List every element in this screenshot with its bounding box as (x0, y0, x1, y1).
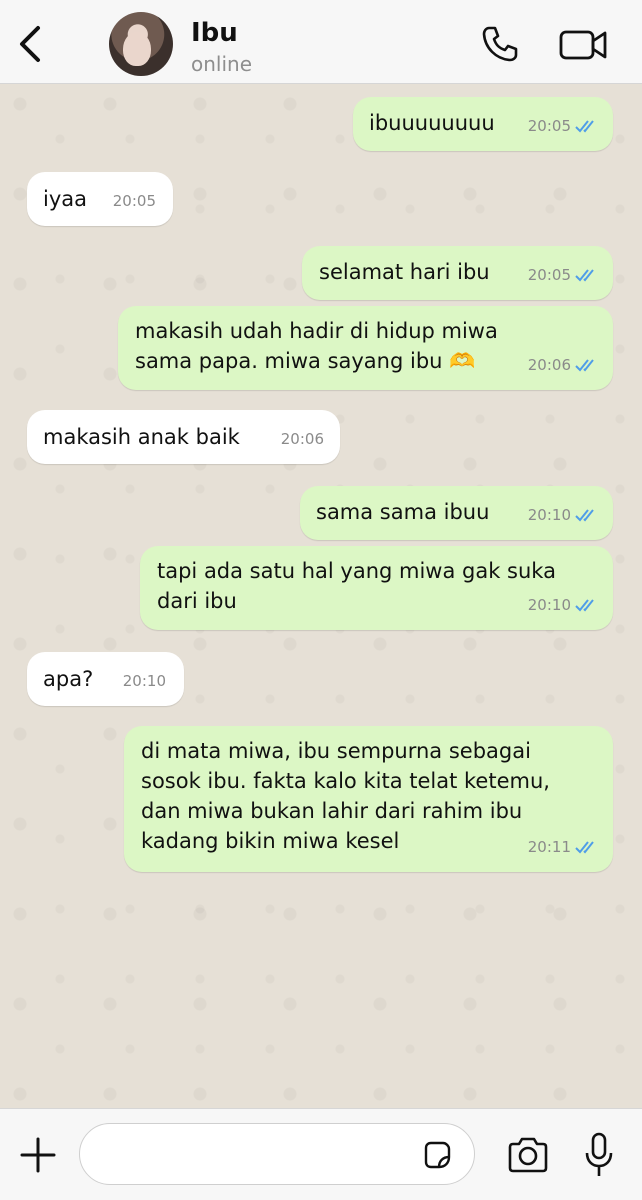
message-time: 20:05 (527, 117, 571, 135)
message-bubble-outgoing[interactable]: tapi ada satu hal yang miwa gak suka dar… (140, 546, 613, 630)
read-ticks-icon (575, 599, 594, 612)
message-bubble-incoming[interactable]: iyaa 20:05 (27, 172, 173, 226)
message-bubble-outgoing[interactable]: sama sama ibuu 20:10 (300, 486, 613, 540)
plus-icon[interactable] (18, 1135, 58, 1175)
message-meta: 20:05 (113, 186, 156, 216)
message-text: sama sama ibuu (316, 500, 490, 524)
message-text: makasih anak baik (43, 425, 240, 449)
message-bubble-outgoing[interactable]: di mata miwa, ibu sempurna sebagai sosok… (124, 726, 613, 872)
message-text: apa? (43, 667, 94, 691)
message-meta: 20:10 (528, 500, 599, 530)
contact-name[interactable]: Ibu (191, 18, 238, 48)
back-icon[interactable] (12, 22, 48, 66)
read-ticks-icon (575, 509, 594, 522)
message-text: selamat hari ibu (319, 260, 490, 284)
sticker-icon[interactable] (422, 1140, 452, 1170)
message-time: 20:06 (527, 356, 571, 374)
avatar[interactable] (109, 12, 173, 76)
message-meta: 20:11 (528, 832, 599, 862)
read-ticks-icon (575, 120, 594, 133)
message-text: ibuuuuuuuu (369, 111, 495, 135)
message-text: di mata miwa, ibu sempurna sebagai sosok… (141, 739, 550, 853)
message-meta: 20:05 (528, 111, 599, 141)
chat-header: Ibu online (0, 0, 642, 84)
message-meta: 20:10 (528, 590, 599, 620)
message-input[interactable] (98, 1136, 422, 1174)
message-time: 20:05 (112, 192, 156, 210)
message-bubble-outgoing[interactable]: makasih udah hadir di hidup miwa sama pa… (118, 306, 613, 390)
message-time: 20:11 (527, 838, 571, 856)
message-text: iyaa (43, 187, 87, 211)
read-ticks-icon (575, 359, 594, 372)
call-icon[interactable] (480, 24, 520, 64)
message-list[interactable]: ibuuuuuuuu 20:05 iyaa 20:05 selamat hari… (0, 84, 642, 1108)
message-meta: 20:10 (123, 666, 166, 696)
message-bubble-outgoing[interactable]: ibuuuuuuuu 20:05 (353, 97, 613, 151)
message-bubble-incoming[interactable]: makasih anak baik 20:06 (27, 410, 340, 464)
message-time: 20:10 (527, 596, 571, 614)
message-time: 20:06 (280, 430, 324, 448)
message-meta: 20:06 (281, 424, 324, 454)
message-meta: 20:05 (528, 260, 599, 290)
message-bubble-incoming[interactable]: apa? 20:10 (27, 652, 184, 706)
read-ticks-icon (575, 269, 594, 282)
message-time: 20:10 (527, 506, 571, 524)
message-input-box[interactable] (79, 1123, 475, 1185)
message-bubble-outgoing[interactable]: selamat hari ibu 20:05 (302, 246, 613, 300)
message-meta: 20:06 (528, 350, 599, 380)
microphone-icon[interactable] (584, 1131, 614, 1179)
message-composer (0, 1108, 642, 1200)
read-ticks-icon (575, 841, 594, 854)
message-time: 20:10 (122, 672, 166, 690)
message-text: tapi ada satu hal yang miwa gak suka dar… (157, 559, 556, 613)
message-text: makasih udah hadir di hidup miwa sama pa… (135, 319, 498, 373)
camera-icon[interactable] (506, 1135, 550, 1175)
contact-status: online (191, 52, 253, 76)
video-call-icon[interactable] (558, 24, 608, 64)
message-time: 20:05 (527, 266, 571, 284)
